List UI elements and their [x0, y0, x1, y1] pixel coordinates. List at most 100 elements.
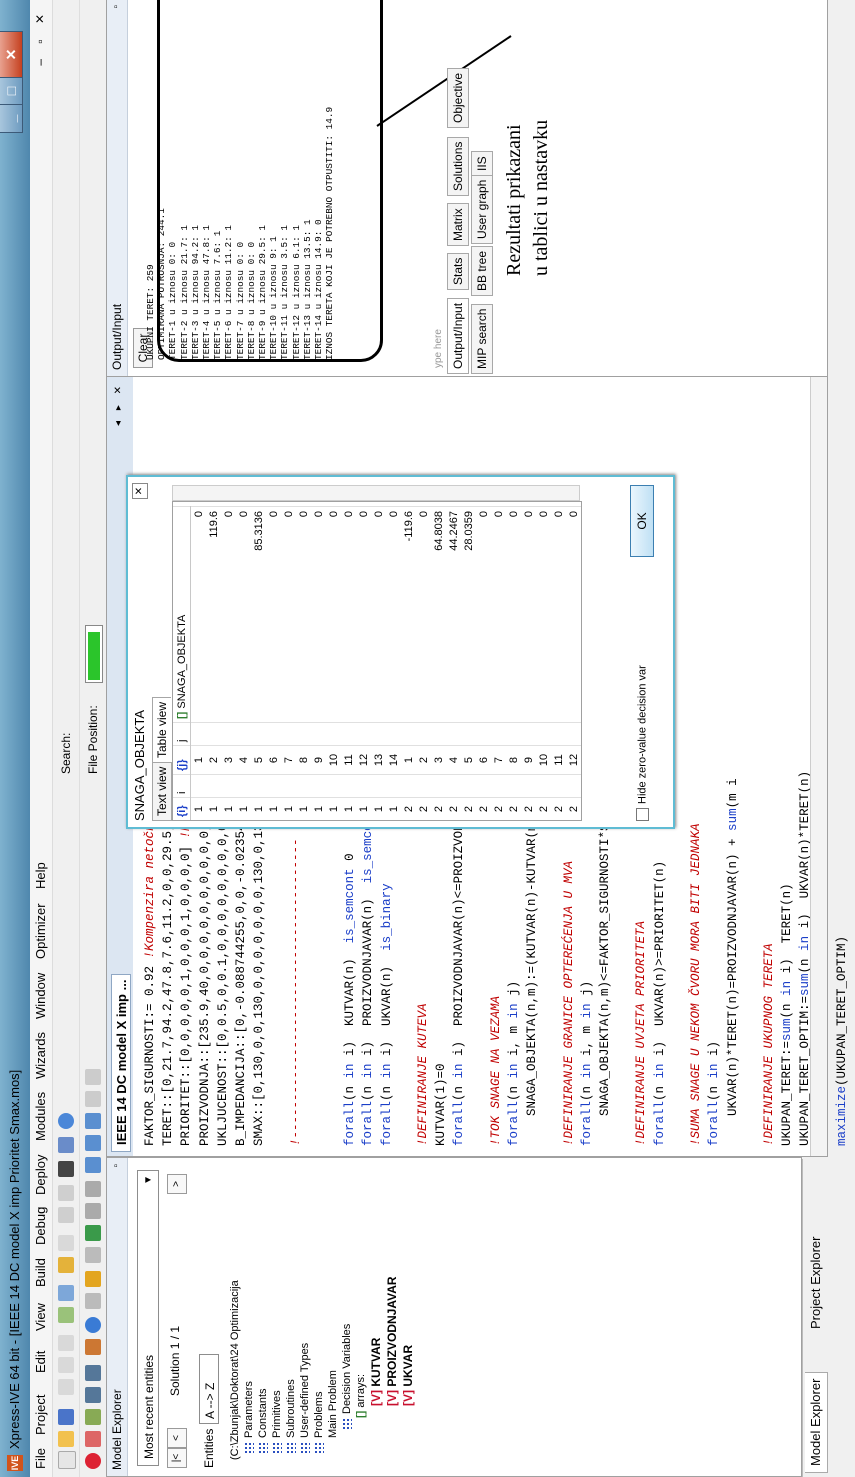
deploy-icon[interactable] — [85, 1271, 101, 1287]
pin-icon[interactable]: ▫ — [107, 1164, 127, 1168]
table-row[interactable]: 1 14 0 — [386, 506, 401, 820]
table-row[interactable]: 1 4 0 — [236, 506, 251, 820]
tab-stats[interactable]: Stats — [447, 252, 469, 290]
table-row[interactable]: 2 5 28.0359 — [461, 506, 476, 820]
run-icon[interactable] — [85, 1409, 101, 1425]
tree-item-parameters[interactable]: Parameters — [243, 1381, 255, 1454]
clock-icon[interactable] — [85, 1317, 101, 1333]
breakpoint-icon[interactable] — [85, 1431, 101, 1447]
menu-project[interactable]: Project — [33, 1395, 48, 1435]
menu-modules[interactable]: Modules — [33, 1092, 48, 1141]
step-into-icon[interactable] — [85, 1365, 101, 1381]
profile-icon[interactable] — [85, 1339, 101, 1355]
compile-icon[interactable] — [58, 1307, 74, 1323]
debug-icon[interactable] — [58, 1285, 74, 1301]
tab-mip-search[interactable]: MIP search — [471, 303, 493, 374]
new-file-icon[interactable] — [58, 1451, 76, 1469]
table-row[interactable]: 2 9 0 — [521, 506, 536, 820]
menu-wizards[interactable]: Wizards — [33, 1032, 48, 1079]
column-header-j[interactable]: j — [173, 722, 191, 746]
tab-iis[interactable]: IIS — [471, 151, 493, 176]
table-row[interactable]: 2 12 0 — [566, 506, 581, 820]
recent-entities-select[interactable]: Most recent entities ▼ — [137, 1170, 159, 1466]
tab-solutions[interactable]: Solutions — [447, 136, 469, 196]
tree-item-user-types[interactable]: User-defined Types — [299, 1343, 311, 1454]
ok-button[interactable]: OK — [630, 485, 654, 557]
code-line[interactable]: UKUPAN_TERET:=sum(n in i) TERET(n) — [778, 396, 796, 1146]
tools-icon[interactable] — [85, 1069, 101, 1085]
table-row[interactable]: 1 12 0 — [356, 506, 371, 820]
table-row[interactable]: 1 10 0 — [326, 506, 341, 820]
matrix-icon[interactable] — [85, 1135, 101, 1151]
table-row[interactable]: 1 3 0 — [221, 506, 236, 820]
code-line[interactable]: !SUMA SNAGE U NEKOM ČVORU MORA BITI JEDN… — [687, 396, 705, 1146]
table-row[interactable]: 2 1 -119.6 — [401, 506, 416, 820]
menu-file[interactable]: File — [33, 1448, 48, 1469]
cut-icon[interactable] — [58, 1379, 74, 1395]
copy-icon[interactable] — [58, 1357, 74, 1373]
menu-edit[interactable]: Edit — [33, 1351, 48, 1373]
table-row[interactable]: 2 10 0 — [536, 506, 551, 820]
column-header-i[interactable]: i — [173, 774, 191, 798]
table-row[interactable]: 2 3 64.8038 — [431, 506, 446, 820]
tree-item-primitives[interactable]: Primitives — [271, 1390, 283, 1454]
terminate-icon[interactable] — [85, 1181, 101, 1197]
column-header-value[interactable]: [] SNAGA_OBJEKTA — [173, 506, 191, 723]
save-icon[interactable] — [58, 1409, 74, 1425]
table-row[interactable]: 2 7 0 — [491, 506, 506, 820]
close-icon[interactable]: ✕ — [132, 483, 148, 499]
table-row[interactable]: 1 13 0 — [371, 506, 386, 820]
tab-table-view[interactable]: Table view — [152, 696, 171, 763]
tab-objective[interactable]: Objective — [447, 67, 469, 128]
help-icon[interactable] — [58, 1113, 74, 1129]
table-row[interactable]: 1 7 0 — [281, 506, 296, 820]
tab-bb-tree[interactable]: BB tree — [471, 245, 493, 296]
stop-icon[interactable] — [85, 1453, 101, 1469]
table-row[interactable]: 1 5 85.3136 — [251, 506, 266, 820]
menu-help[interactable]: Help — [33, 862, 48, 889]
menu-view[interactable]: View — [33, 1303, 48, 1331]
input-field[interactable]: ype here — [433, 329, 444, 368]
window-icon[interactable] — [58, 1137, 74, 1153]
solve-icon[interactable] — [85, 1225, 101, 1241]
next-solution-button[interactable]: > — [167, 1174, 187, 1194]
code-line[interactable] — [742, 396, 760, 1146]
code-line[interactable]: UKVAR(n)*TERET(n)=PROIZVODNJAVAR(n) + su… — [724, 396, 742, 1146]
code-line[interactable]: maximize(UKUPAN_TERET_OPTIM) — [833, 396, 851, 1146]
tab-project-explorer[interactable]: Project Explorer — [805, 1231, 827, 1335]
tree-item-problems[interactable]: Problems — [313, 1392, 325, 1454]
hide-zero-checkbox[interactable]: Hide zero-value decision var — [636, 665, 649, 821]
undo-icon[interactable] — [58, 1257, 74, 1273]
menu-optimizer[interactable]: Optimizer — [33, 903, 48, 959]
tree-root-path[interactable]: (C:\Zbunjak\Doktorat\24 Optimizacija — [229, 1280, 241, 1460]
view-icon[interactable] — [85, 1157, 101, 1173]
menu-window[interactable]: Window — [33, 973, 48, 1019]
prev-solution-button[interactable]: < — [167, 1428, 187, 1448]
menu-deploy[interactable]: Deploy — [33, 1155, 48, 1195]
editor-tab[interactable]: IEEE 14 DC model X imp ... — [111, 974, 131, 1152]
minimize-button[interactable]: _ — [0, 104, 23, 133]
tab-text-view[interactable]: Text view — [152, 761, 172, 821]
tree-item-decision-vars[interactable]: Decision Variables — [341, 1324, 353, 1430]
tree-var-ukvar[interactable]: [V] UKVAR — [401, 1345, 415, 1406]
redo-icon[interactable] — [58, 1235, 74, 1251]
tree-item-constants[interactable]: Constants — [257, 1388, 269, 1454]
table-row[interactable]: 2 11 0 — [551, 506, 566, 820]
table-row[interactable]: 2 8 0 — [506, 506, 521, 820]
table-row[interactable]: 1 11 0 — [341, 506, 356, 820]
mdi-controls[interactable]: – ▫ ✕ — [33, 8, 47, 66]
menu-debug[interactable]: Debug — [33, 1207, 48, 1245]
table-row[interactable]: 2 6 0 — [476, 506, 491, 820]
tab-model-explorer[interactable]: Model Explorer — [805, 1371, 828, 1473]
table-row[interactable]: 2 13 0 — [581, 506, 582, 820]
table-row[interactable]: 2 2 0 — [416, 506, 431, 820]
code-line[interactable]: !DEFINIRANJE UKUPNOG TERETA — [760, 396, 778, 1146]
code-line[interactable]: forall(n in i) — [705, 396, 723, 1146]
paste-icon[interactable] — [58, 1335, 74, 1351]
sort-select[interactable]: A --> Z — [199, 1354, 219, 1424]
tree-item-arrays[interactable]: [] arrays: — [355, 1374, 367, 1418]
table-row[interactable]: 1 9 0 — [311, 506, 326, 820]
table-row[interactable]: 1 6 0 — [266, 506, 281, 820]
first-solution-button[interactable]: |< — [167, 1448, 187, 1468]
table-row[interactable]: 1 2 119.6 — [206, 506, 221, 820]
